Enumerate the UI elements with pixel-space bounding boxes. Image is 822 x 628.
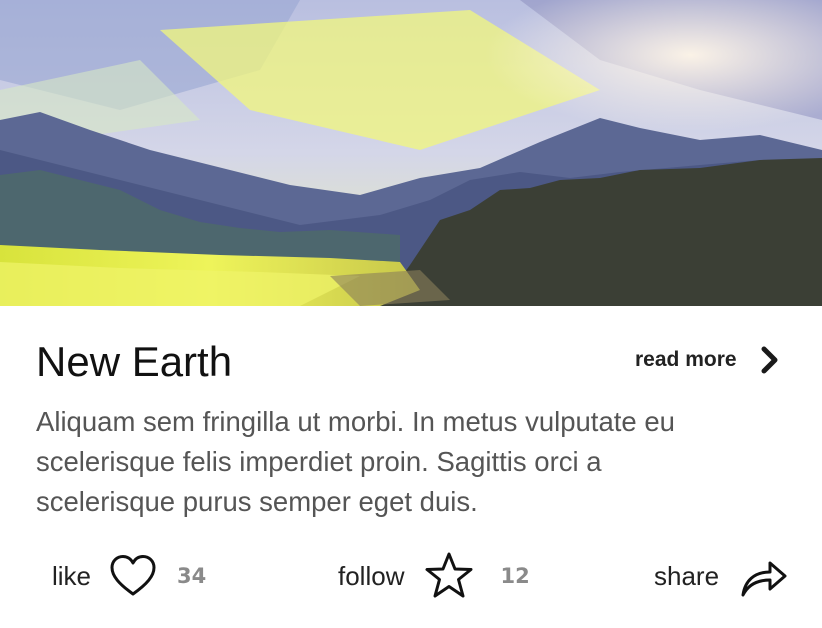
follow-count: 12: [500, 564, 530, 588]
hero-image: [0, 0, 822, 306]
share-button[interactable]: share: [654, 548, 789, 604]
card-description: Aliquam sem fringilla ut morbi. In metus…: [36, 406, 675, 517]
follow-label: follow: [338, 561, 405, 591]
read-more-label: read more: [635, 348, 737, 371]
like-button[interactable]: like 34: [52, 548, 206, 604]
share-arrow-icon: [741, 561, 787, 597]
article-card: New Earth read more Aliquam sem fringill…: [0, 0, 822, 628]
heart-icon: [110, 555, 156, 596]
follow-button[interactable]: follow 12: [338, 548, 530, 604]
like-count: 34: [177, 564, 207, 588]
action-bar: like 34 follow 12 share: [0, 548, 822, 604]
card-title: New Earth: [36, 338, 233, 385]
chevron-right-icon: [761, 346, 778, 374]
like-label: like: [52, 561, 92, 591]
read-more-link[interactable]: read more: [635, 344, 781, 376]
share-label: share: [654, 561, 720, 591]
landscape-painting: [0, 0, 822, 306]
star-icon: [425, 552, 473, 598]
